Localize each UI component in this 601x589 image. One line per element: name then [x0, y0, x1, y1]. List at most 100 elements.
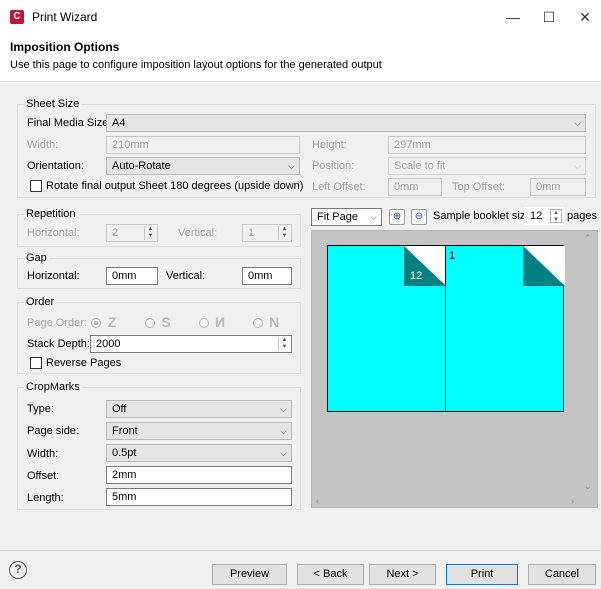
orientation-select[interactable]: Auto-Rotate ⌵ [106, 157, 300, 175]
zoom-out-icon[interactable]: ⊖ [411, 209, 427, 225]
stack-depth-field[interactable]: 2000 ▲ ▼ [90, 335, 292, 353]
cropmarks-title: CropMarks [24, 381, 82, 393]
window-title: Print Wizard [32, 10, 98, 24]
height-label: Height: [312, 139, 347, 151]
repetition-vertical-label: Vertical: [178, 227, 218, 239]
top-offset-label: Top Offset: [452, 181, 505, 193]
fit-page-select[interactable]: Fit Page ⌵ [311, 208, 382, 226]
chevron-down-icon: ⌵ [280, 426, 287, 436]
cancel-button[interactable]: Cancel [528, 564, 596, 585]
repetition-horizontal-label: Horizontal: [27, 227, 80, 239]
stack-depth-value: 2000 [96, 338, 121, 350]
spin-arrows-icon: ▲ ▼ [550, 209, 562, 223]
crop-length-field[interactable]: 5mm [106, 488, 292, 506]
final-media-label: Final Media Size: [27, 117, 112, 129]
preview-page-left: 12 [327, 245, 446, 412]
print-button[interactable]: Print [446, 564, 518, 585]
crop-offset-label: Offset: [27, 470, 60, 482]
repetition-vertical-field[interactable]: 1 ▲ ▼ [242, 224, 292, 242]
fit-page-value: Fit Page [317, 211, 358, 223]
help-icon[interactable]: ? [9, 561, 27, 579]
back-button[interactable]: < Back [297, 564, 364, 585]
height-field[interactable]: 297mm [388, 136, 586, 154]
width-label: Width: [27, 139, 59, 151]
order-title: Order [24, 296, 57, 308]
scroll-right-icon[interactable]: › [571, 496, 574, 506]
repetition-title: Repetition [24, 208, 78, 220]
page-order-radio-2[interactable] [145, 318, 155, 328]
scroll-down-icon[interactable]: ⌄ [584, 481, 592, 492]
crop-type-select[interactable]: Off ⌵ [106, 400, 292, 418]
reverse-pages-checkbox[interactable] [30, 357, 42, 369]
right-page-number: 1 [449, 250, 456, 262]
crop-width-value: 0.5pt [112, 447, 137, 459]
minimize-button[interactable]: — [501, 6, 525, 28]
position-select[interactable]: Scale to fit ⌵ [388, 157, 586, 175]
n-order-icon: N [268, 314, 280, 330]
page-side-value: Front [112, 425, 138, 437]
crop-type-label: Type: [27, 403, 54, 415]
chevron-down-icon: ⌵ [280, 404, 287, 414]
page-order-radio-4[interactable] [253, 318, 263, 328]
top-offset-field[interactable]: 0mm [530, 178, 586, 196]
reverse-pages-label: Reverse Pages [46, 357, 122, 369]
booklet-size-label: Sample booklet size: [433, 210, 535, 222]
chevron-down-icon: ⌵ [370, 212, 377, 222]
rotate-checkbox[interactable] [30, 180, 42, 192]
page-title: Imposition Options [10, 40, 120, 54]
z-order-icon: Z [107, 314, 117, 330]
preview-page-right: 1 [445, 245, 565, 412]
gap-vertical-label: Vertical: [166, 270, 206, 282]
gap-horizontal-field[interactable]: 0mm [106, 267, 158, 285]
gap-horizontal-label: Horizontal: [27, 270, 80, 282]
page-description: Use this page to configure imposition la… [10, 59, 382, 71]
repetition-horizontal-field[interactable]: 2 ▲ ▼ [106, 224, 158, 242]
sheet-size-title: Sheet Size [24, 98, 82, 110]
orientation-label: Orientation: [27, 160, 84, 172]
page-order-radio-1[interactable] [91, 318, 101, 328]
pages-label: pages [567, 210, 597, 222]
crop-type-value: Off [112, 403, 127, 415]
page-side-select[interactable]: Front ⌵ [106, 422, 292, 440]
chevron-down-icon: ⌵ [288, 161, 295, 171]
orientation-value: Auto-Rotate [112, 160, 171, 172]
booklet-size-value: 12 [530, 210, 543, 222]
close-button[interactable]: ✕ [573, 6, 597, 28]
rotate-label: Rotate final output Sheet 180 degrees (u… [46, 180, 304, 192]
chevron-down-icon: ⌵ [574, 161, 581, 171]
page-order-radio-3[interactable] [199, 318, 209, 328]
chevron-down-icon: ⌵ [574, 118, 581, 128]
repetition-vertical-value: 1 [248, 227, 255, 239]
zoom-in-icon[interactable]: ⊕ [389, 209, 405, 225]
spin-arrows-icon: ▲ ▼ [278, 226, 290, 240]
page-order-label: Page Order: [27, 317, 87, 329]
n-reverse-order-icon: И [214, 314, 226, 330]
left-page-number: 12 [410, 270, 423, 282]
app-logo-icon: C [10, 10, 24, 24]
spin-arrows-icon: ▲ ▼ [278, 337, 290, 351]
next-button[interactable]: Next > [369, 564, 436, 585]
final-media-value: A4 [112, 117, 126, 129]
crop-length-label: Length: [27, 492, 64, 504]
left-offset-field[interactable]: 0mm [388, 178, 442, 196]
scroll-up-icon[interactable]: ⌃ [584, 233, 592, 244]
preview-button[interactable]: Preview [212, 564, 287, 585]
width-field[interactable]: 210mm [106, 136, 300, 154]
booklet-size-field[interactable]: 12 ▲ ▼ [524, 207, 564, 225]
crop-offset-field[interactable]: 2mm [106, 466, 292, 484]
scroll-left-icon[interactable]: ‹ [316, 496, 319, 506]
stack-depth-label: Stack Depth: [27, 338, 90, 350]
left-offset-label: Left Offset: [312, 181, 366, 193]
gap-vertical-field[interactable]: 0mm [242, 267, 292, 285]
final-media-select[interactable]: A4 ⌵ [106, 114, 586, 132]
crop-width-select[interactable]: 0.5pt ⌵ [106, 444, 292, 462]
gap-title: Gap [24, 252, 49, 264]
spin-arrows-icon: ▲ ▼ [144, 226, 156, 240]
repetition-horizontal-value: 2 [112, 227, 119, 239]
crop-width-label: Width: [27, 448, 59, 460]
s-order-icon: S [161, 314, 171, 330]
maximize-button[interactable]: ☐ [537, 6, 561, 28]
position-label: Position: [312, 160, 355, 172]
page-fold-icon [523, 246, 565, 286]
chevron-down-icon: ⌵ [280, 448, 287, 458]
